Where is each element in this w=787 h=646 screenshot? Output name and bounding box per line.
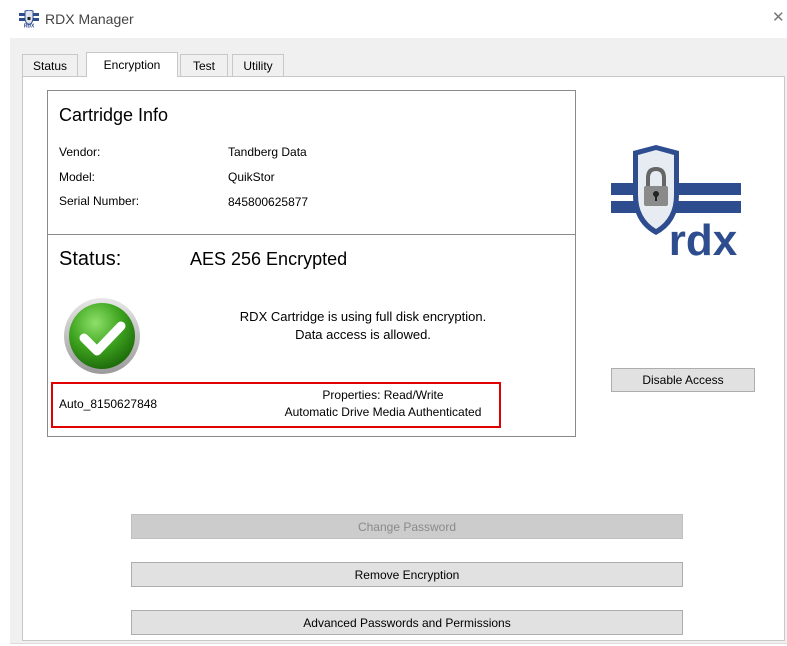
svg-text:RDX: RDX xyxy=(24,24,35,29)
serial-number-label: Serial Number: xyxy=(59,194,140,208)
serial-number-value: 845800625877 xyxy=(228,195,309,209)
cartridge-info-box: Cartridge Info Vendor: Tandberg Data Mod… xyxy=(47,90,576,437)
remove-encryption-button[interactable]: Remove Encryption xyxy=(131,562,683,587)
rdx-logo-text: rdx xyxy=(669,216,738,263)
advanced-passwords-button[interactable]: Advanced Passwords and Permissions xyxy=(131,610,683,635)
green-checkmark-icon xyxy=(64,298,140,374)
encryption-message-line2: Data access is allowed. xyxy=(295,327,431,342)
encryption-message-line1: RDX Cartridge is using full disk encrypt… xyxy=(239,309,487,324)
tab-test[interactable]: Test xyxy=(180,54,228,76)
vendor-label: Vendor: xyxy=(59,145,101,159)
rdx-shield-lock-logo: rdx xyxy=(611,145,741,263)
encryption-panel: Cartridge Info Vendor: Tandberg Data Mod… xyxy=(22,76,785,641)
properties-line1: Properties: Read/Write xyxy=(322,388,444,402)
status-label: Status: xyxy=(59,248,122,270)
cartridge-info-heading: Cartridge Info xyxy=(59,105,169,125)
status-value: AES 256 Encrypted xyxy=(190,249,348,269)
close-icon[interactable]: ✕ xyxy=(772,8,785,26)
model-value: QuikStor xyxy=(228,170,275,184)
rdx-app-icon: RDX xyxy=(19,10,39,28)
tab-utility[interactable]: Utility xyxy=(232,54,284,76)
vendor-value: Tandberg Data xyxy=(228,145,307,159)
tab-encryption[interactable]: Encryption xyxy=(86,52,178,77)
window-body: Status Encryption Test Utility Cartridge… xyxy=(10,38,787,644)
window-title: RDX Manager xyxy=(45,11,134,27)
title-bar: RDX RDX Manager ✕ xyxy=(0,0,787,38)
section-divider xyxy=(48,234,575,235)
model-label: Model: xyxy=(59,170,96,184)
tab-status[interactable]: Status xyxy=(22,54,78,76)
disable-access-button[interactable]: Disable Access xyxy=(611,368,755,392)
properties-line2: Automatic Drive Media Authenticated xyxy=(284,405,482,419)
change-password-button[interactable]: Change Password xyxy=(131,514,683,539)
auto-id: Auto_8150627848 xyxy=(59,397,158,411)
